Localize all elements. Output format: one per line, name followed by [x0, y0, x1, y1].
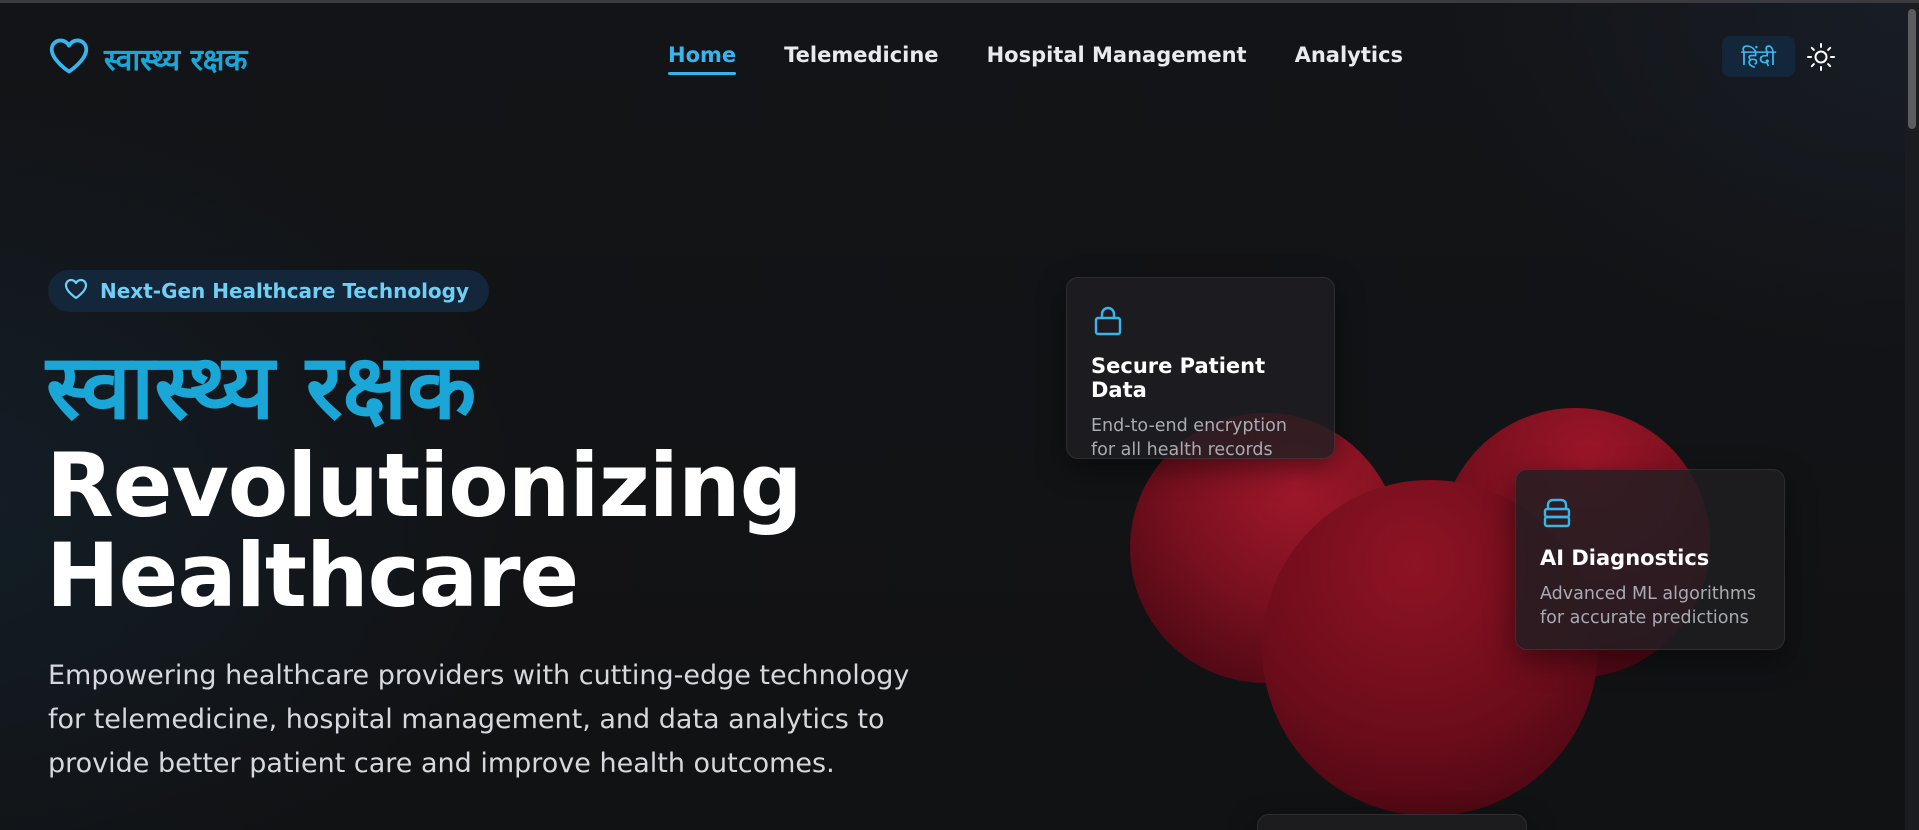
feature-card-description: Advanced ML algorithms for accurate pred…	[1540, 582, 1760, 630]
feature-card-description-line-1: End-to-end encryption	[1091, 416, 1287, 436]
header: स्वास्थ्य रक्षक Home Telemedicine Hospit…	[0, 3, 1905, 108]
feature-card-description-line-2: for all health records	[1091, 440, 1273, 460]
sun-icon	[1805, 43, 1837, 77]
theme-toggle-button[interactable]	[1805, 41, 1837, 73]
scrollbar-thumb[interactable]	[1908, 9, 1916, 129]
brand-logo[interactable]: स्वास्थ्य रक्षक	[48, 37, 247, 79]
database-icon	[1540, 496, 1574, 530]
heart-icon	[48, 37, 90, 79]
hero-title: Revolutionizing Healthcare	[46, 441, 846, 621]
heart-icon	[64, 278, 88, 304]
nav-item-telemedicine[interactable]: Telemedicine	[784, 43, 938, 75]
nav-item-analytics[interactable]: Analytics	[1295, 43, 1403, 75]
feature-card-title: AI Diagnostics	[1540, 546, 1710, 570]
hero-badge-label: Next-Gen Healthcare Technology	[100, 279, 470, 303]
feature-card-partial[interactable]	[1257, 814, 1527, 830]
language-toggle-button[interactable]: हिंदी	[1722, 36, 1795, 77]
nav-item-hospital-management[interactable]: Hospital Management	[987, 43, 1247, 75]
hero-hindi-title: स्वास्थ्य रक्षक	[46, 335, 477, 440]
feature-card-description-line-1: Advanced ML algorithms	[1540, 584, 1756, 604]
feature-card-title: Secure Patient Data	[1091, 354, 1266, 402]
feature-card-description-line-2: for accurate predictions	[1540, 608, 1749, 628]
page: स्वास्थ्य रक्षक Home Telemedicine Hospit…	[0, 0, 1919, 830]
main-nav: Home Telemedicine Hospital Management An…	[668, 43, 1403, 75]
hero-description: Empowering healthcare providers with cut…	[48, 660, 910, 779]
lock-icon	[1091, 304, 1125, 338]
scrollbar[interactable]	[1905, 3, 1919, 830]
feature-card-secure-data[interactable]: Secure Patient Data End-to-end encryptio…	[1066, 277, 1335, 462]
hero-title-line-2: Healthcare	[46, 524, 579, 627]
feature-card-description: End-to-end encryption for all health rec…	[1091, 414, 1310, 462]
hero-badge: Next-Gen Healthcare Technology	[48, 270, 490, 312]
feature-card-ai-diagnostics[interactable]: AI Diagnostics Advanced ML algorithms fo…	[1515, 469, 1785, 650]
brand-name: स्वास्थ्य रक्षक	[104, 42, 248, 78]
hero-title-line-1: Revolutionizing	[46, 434, 803, 537]
nav-item-home[interactable]: Home	[668, 43, 737, 75]
